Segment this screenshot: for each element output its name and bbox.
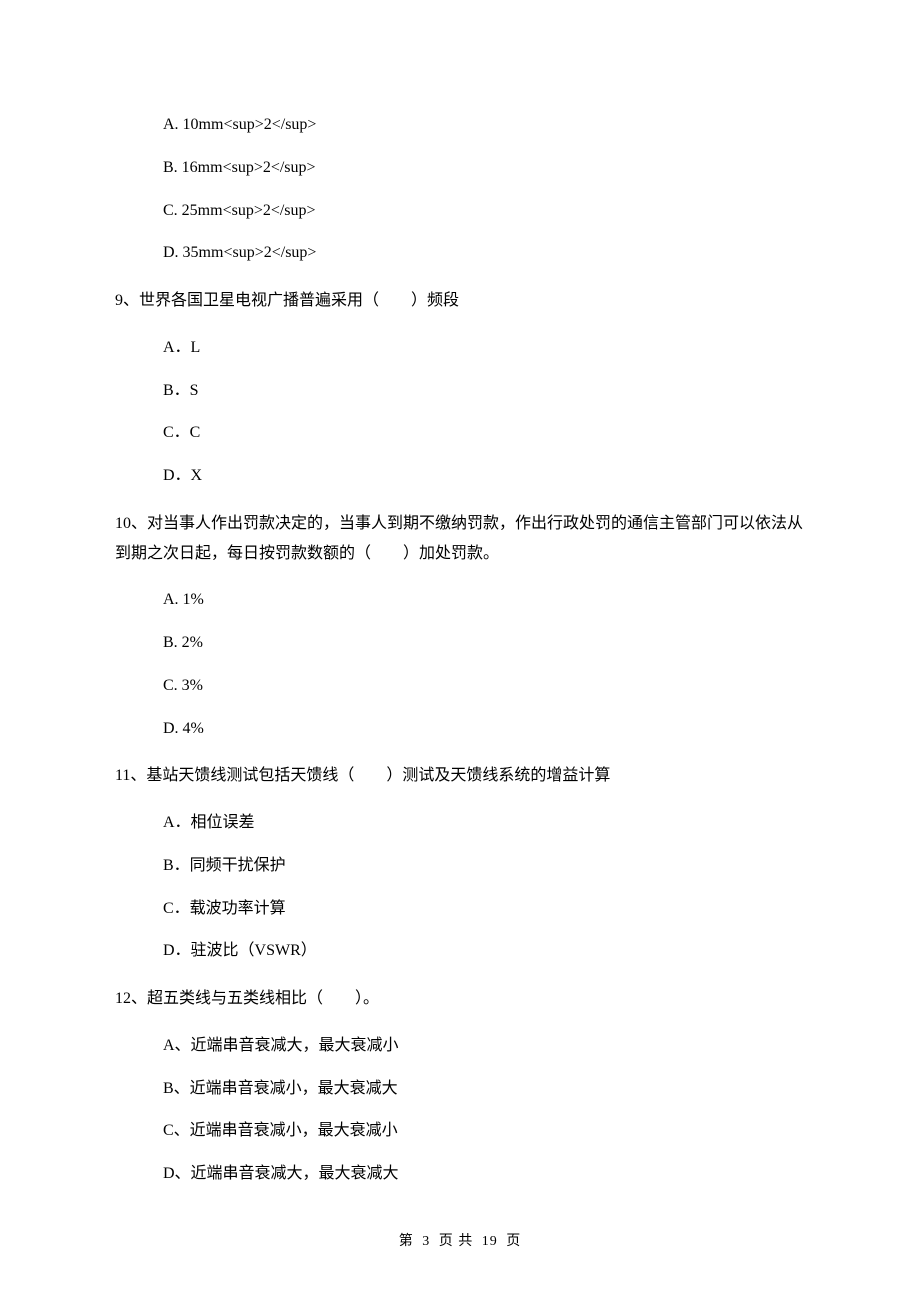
q10-option-d: D. 4%	[163, 719, 805, 740]
footer-suffix: 页	[506, 1234, 521, 1249]
option-c: C. 25mm<sup>2</sup>	[163, 201, 805, 222]
footer-current-page: 3	[422, 1234, 430, 1249]
page-footer: 第 3 页 共 19 页	[0, 1230, 920, 1250]
q10-option-a: A. 1%	[163, 590, 805, 611]
option-d: D. 35mm<sup>2</sup>	[163, 243, 805, 264]
q11-option-b: B．同频干扰保护	[163, 856, 805, 877]
q12-option-c: C、近端串音衰减小，最大衰减小	[163, 1121, 805, 1142]
question-9: 9、世界各国卫星电视广播普遍采用（ ）频段	[115, 286, 805, 316]
question-10: 10、对当事人作出罚款决定的，当事人到期不缴纳罚款，作出行政处罚的通信主管部门可…	[115, 509, 805, 568]
q10-option-c: C. 3%	[163, 676, 805, 697]
q10-option-b: B. 2%	[163, 633, 805, 654]
q11-option-c: C．载波功率计算	[163, 899, 805, 920]
question-12: 12、超五类线与五类线相比（ ）。	[115, 984, 805, 1014]
option-b: B. 16mm<sup>2</sup>	[163, 158, 805, 179]
page-content: A. 10mm<sup>2</sup> B. 16mm<sup>2</sup> …	[0, 0, 920, 1302]
footer-mid: 页 共	[439, 1234, 474, 1249]
q12-option-b: B、近端串音衰减小，最大衰减大	[163, 1079, 805, 1100]
footer-prefix: 第	[399, 1234, 414, 1249]
q11-option-d: D．驻波比（VSWR）	[163, 941, 805, 962]
q9-option-d: D．X	[163, 466, 805, 487]
q11-option-a: A．相位误差	[163, 813, 805, 834]
question-11: 11、基站天馈线测试包括天馈线（ ）测试及天馈线系统的增益计算	[115, 761, 805, 791]
q12-option-d: D、近端串音衰减大，最大衰减大	[163, 1164, 805, 1185]
q12-option-a: A、近端串音衰减大，最大衰减小	[163, 1036, 805, 1057]
footer-total-pages: 19	[482, 1234, 498, 1249]
q9-option-c: C．C	[163, 423, 805, 444]
q9-option-b: B．S	[163, 381, 805, 402]
q9-option-a: A．L	[163, 338, 805, 359]
option-a: A. 10mm<sup>2</sup>	[163, 115, 805, 136]
